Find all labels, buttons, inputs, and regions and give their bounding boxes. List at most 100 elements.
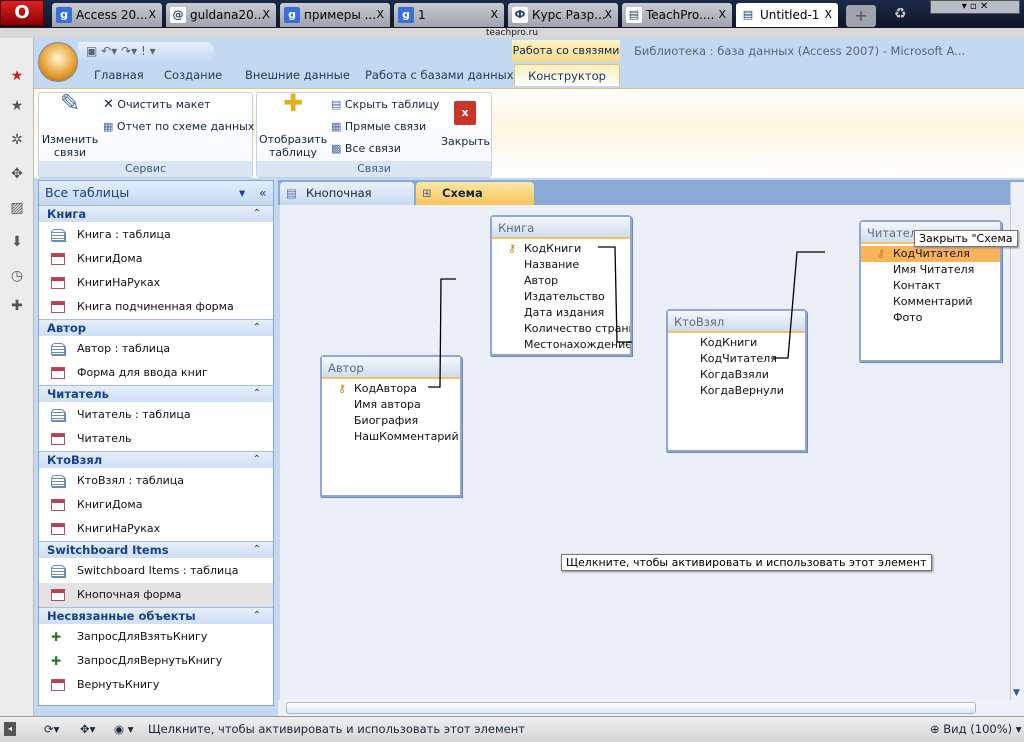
nav-item[interactable]: ✚ ЗапросДляВзятьКнигу: [39, 625, 273, 649]
nav-pane-header[interactable]: Все таблицы ▾ «: [39, 181, 273, 205]
quick-access-toolbar[interactable]: ▣ ↶▾ ↷▾ ! ▾: [78, 42, 214, 60]
horizontal-scrollbar[interactable]: [278, 700, 1024, 716]
field-row[interactable]: Автор: [492, 273, 630, 289]
nav-item[interactable]: Форма для ввода книг: [39, 361, 273, 385]
table-ktovzyal[interactable]: КтоВзял КодКниги КодЧитателя КогдаВзяли Когд…: [666, 309, 807, 452]
ribbon-tab-home[interactable]: Главная: [94, 64, 144, 86]
chevron-up-icon[interactable]: ⌃: [253, 386, 261, 402]
nav-item[interactable]: Читатель: [39, 427, 273, 451]
clear-layout-button[interactable]: ✕ Очистить макет: [103, 97, 211, 113]
ribbon-tab-design[interactable]: Конструктор: [514, 64, 620, 86]
close-tab-icon[interactable]: X: [604, 3, 612, 27]
direct-relationships-button[interactable]: ▦ Прямые связи: [331, 119, 426, 135]
nav-item[interactable]: КнигиНаРуках: [39, 517, 273, 541]
nav-item[interactable]: КнигиДома: [39, 247, 273, 271]
close-tab-icon[interactable]: X: [262, 3, 270, 27]
ribbon-tab-external-data[interactable]: Внешние данные: [245, 64, 350, 86]
field-row[interactable]: Имя Читателя: [861, 262, 1000, 278]
tab-relationships[interactable]: ⊞Схема данных: [416, 182, 534, 222]
browser-tab[interactable]: Ф Курс Разр... X: [508, 3, 618, 27]
history-icon[interactable]: ◷: [9, 268, 25, 284]
nav-item[interactable]: ✚ ЗапросДляВернутьКнигу: [39, 649, 273, 673]
field-row[interactable]: Комментарий: [861, 294, 1000, 310]
office-button[interactable]: [38, 42, 78, 82]
nav-item[interactable]: Книга : таблица: [39, 223, 273, 247]
chevron-up-icon[interactable]: ⌃: [253, 206, 261, 222]
browser-tab[interactable]: ▤ TeachPro.... X: [622, 3, 732, 27]
gear-icon[interactable]: ✲: [9, 132, 25, 148]
zoom-control[interactable]: ⊕ Вид (100%) ▾: [930, 717, 1022, 741]
field-row[interactable]: Дата издания: [492, 305, 630, 321]
table-title[interactable]: Автор: [322, 357, 460, 379]
new-tab-button[interactable]: +: [846, 5, 876, 27]
opera-menu-button[interactable]: O: [0, 0, 44, 26]
field-row[interactable]: Биография: [322, 413, 460, 429]
nav-item[interactable]: КнигиНаРуках: [39, 271, 273, 295]
all-relationships-button[interactable]: ▩ Все связи: [331, 141, 401, 157]
nav-item[interactable]: Кнопочная форма: [39, 583, 273, 607]
add-panel-icon[interactable]: ✚: [9, 298, 25, 314]
chevron-up-icon[interactable]: ⌃: [253, 452, 261, 468]
tab-switchboard-form[interactable]: ▤Кнопочная форма: [280, 182, 414, 222]
nav-item[interactable]: Книга подчиненная форма: [39, 295, 273, 319]
unite-icon[interactable]: ✥: [9, 166, 25, 182]
nav-group-header[interactable]: Switchboard Items ⌃: [39, 541, 273, 558]
field-row[interactable]: КогдаВернули: [668, 383, 805, 399]
collapse-pane-icon[interactable]: «: [259, 181, 267, 205]
table-kniga[interactable]: Книга ⚷ КодКниги Название Автор Издательство Д…: [490, 215, 632, 356]
unite-icon[interactable]: ✥▾: [80, 717, 95, 741]
chevron-up-icon[interactable]: ⌃: [253, 320, 261, 336]
field-row[interactable]: ⚷ КодЧитателя: [861, 246, 1000, 262]
browser-tab[interactable]: g Access 20... X: [52, 3, 162, 27]
panel-toggle-icon[interactable]: ◂: [4, 722, 16, 736]
browser-tab[interactable]: g1 X: [394, 3, 504, 27]
nav-item[interactable]: Читатель : таблица: [39, 403, 273, 427]
turbo-icon[interactable]: ◉ ▾: [114, 717, 133, 741]
field-row[interactable]: Местонахождение: [492, 337, 630, 353]
nav-group-header[interactable]: Читатель ⌃: [39, 385, 273, 402]
field-row[interactable]: Количество страниц: [492, 321, 630, 337]
save-icon[interactable]: ▣: [86, 44, 97, 58]
edit-relationships-button[interactable]: ✎ Изменить связи: [41, 91, 99, 159]
scroll-thumb[interactable]: [286, 702, 976, 714]
table-title[interactable]: Книга: [492, 217, 630, 239]
relationship-report-button[interactable]: ▦ Отчет по схеме данных: [103, 119, 254, 135]
close-tab-icon[interactable]: X: [824, 3, 832, 27]
relationships-canvas[interactable]: Книга ⚷ КодКниги Название Автор Издательство Д…: [280, 205, 1010, 700]
field-row[interactable]: КодЧитателя: [668, 351, 805, 367]
bookmarks-icon[interactable]: ★: [9, 98, 25, 114]
nav-item[interactable]: КнигиДома: [39, 493, 273, 517]
field-row[interactable]: ⚷ КодАвтора: [322, 381, 460, 397]
close-tab-icon[interactable]: X: [718, 3, 726, 27]
close-tab-icon[interactable]: X: [148, 3, 156, 27]
field-row[interactable]: Название: [492, 257, 630, 273]
downloads-icon[interactable]: ⬇: [9, 234, 25, 250]
vertical-scrollbar[interactable]: ▼: [1010, 182, 1024, 700]
notes-icon[interactable]: ▨: [9, 200, 25, 216]
nav-item[interactable]: КтоВзял : таблица: [39, 469, 273, 493]
close-button[interactable]: x Закрыть: [441, 101, 490, 148]
sync-icon[interactable]: ⟳▾: [44, 717, 59, 741]
nav-group-header[interactable]: КтоВзял ⌃: [39, 451, 273, 468]
field-row[interactable]: КогдаВзяли: [668, 367, 805, 383]
field-row[interactable]: КодКниги: [668, 335, 805, 351]
nav-item[interactable]: ВернутьКнигу: [39, 673, 273, 697]
window-controls[interactable]: ▾ ▫ ✕: [930, 0, 1020, 14]
speed-dial-icon[interactable]: ★: [9, 68, 25, 84]
field-row[interactable]: ⚷ КодКниги: [492, 241, 630, 257]
browser-tab[interactable]: ▤ Untitled-1 X: [736, 3, 838, 27]
field-row[interactable]: Фото: [861, 310, 1000, 326]
ribbon-tab-database-tools[interactable]: Работа с базами данных: [365, 64, 514, 86]
close-tab-icon[interactable]: X: [376, 3, 384, 27]
browser-tab[interactable]: g примеры ... X: [280, 3, 390, 27]
nav-group-header[interactable]: Автор ⌃: [39, 319, 273, 336]
ribbon-tab-create[interactable]: Создание: [164, 64, 222, 86]
field-row[interactable]: Имя автора: [322, 397, 460, 413]
nav-item[interactable]: Автор : таблица: [39, 337, 273, 361]
close-tab-icon[interactable]: X: [490, 3, 498, 27]
nav-group-header[interactable]: Книга ⌃: [39, 205, 273, 222]
table-title[interactable]: КтоВзял: [668, 311, 805, 333]
chevron-down-icon[interactable]: ▾: [239, 181, 245, 205]
show-table-button[interactable]: ✚ Отобразить таблицу: [259, 91, 327, 159]
table-avtor[interactable]: Автор ⚷ КодАвтора Имя автора Биография НашКом…: [320, 355, 462, 497]
